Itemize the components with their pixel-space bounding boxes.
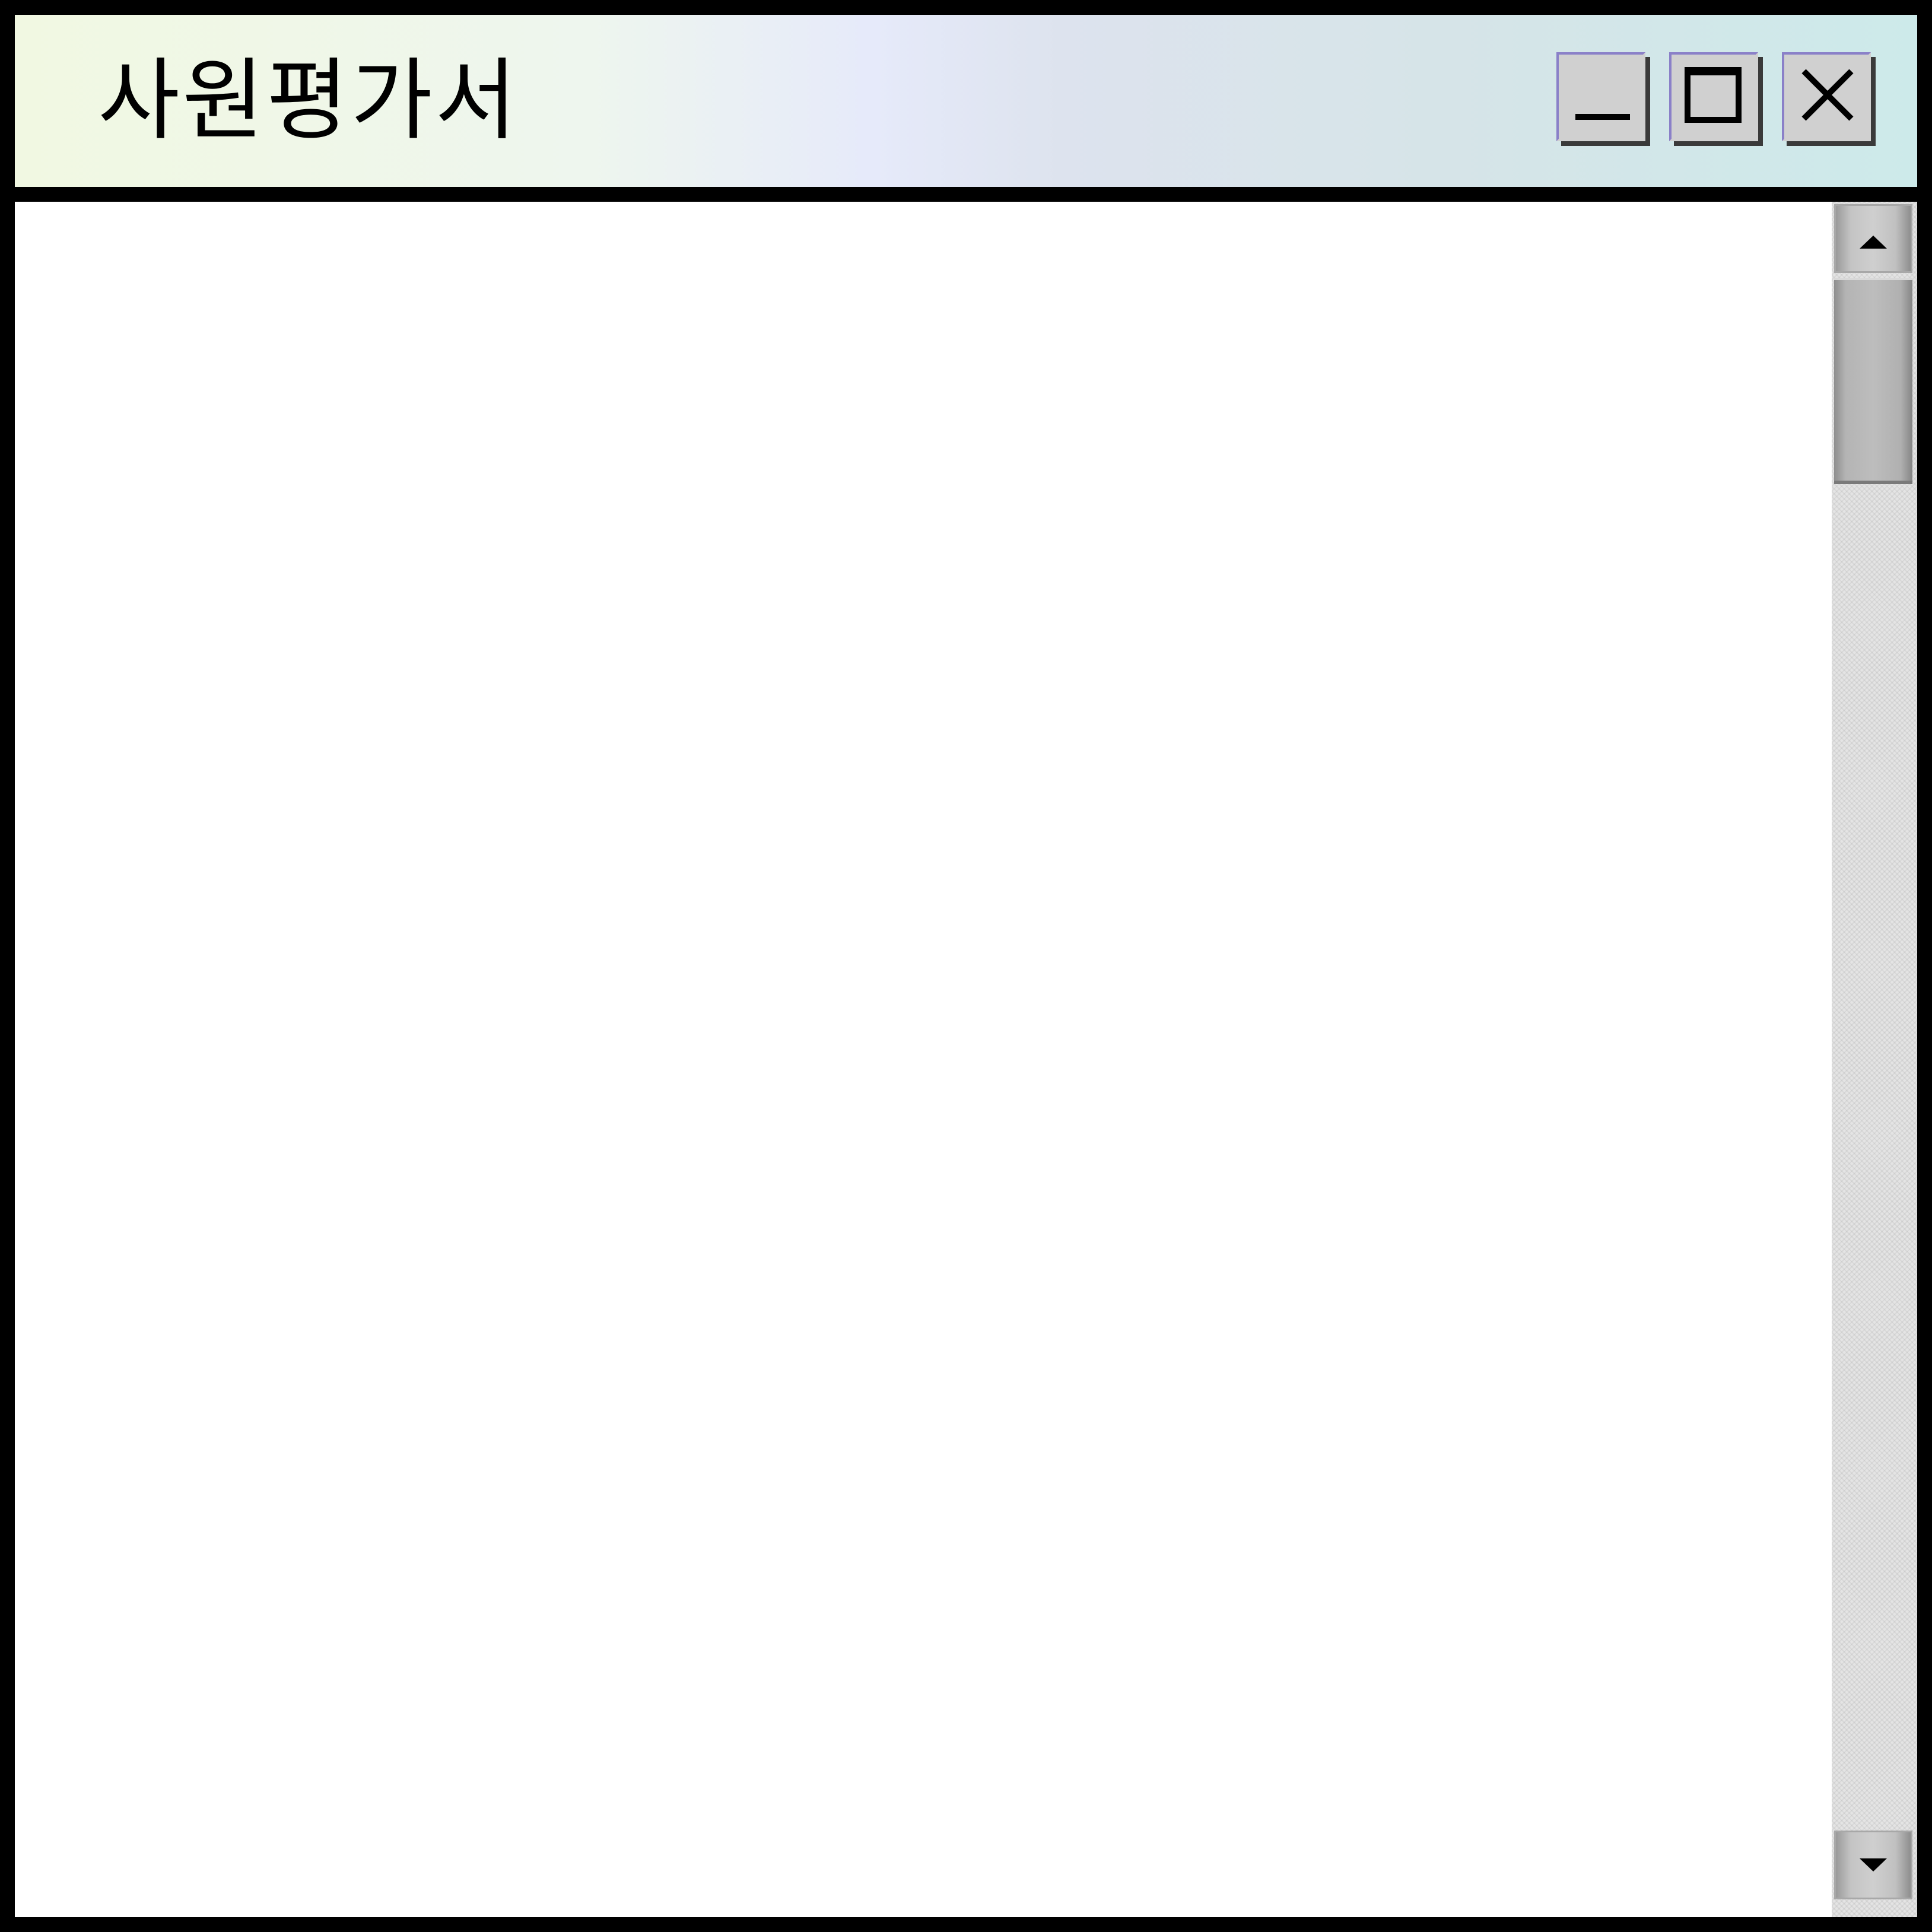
window-title: 사원평가서 [98, 49, 520, 152]
arrow-down-icon [1860, 1858, 1887, 1871]
maximize-button[interactable] [1669, 52, 1758, 141]
minimize-icon [1575, 114, 1630, 120]
vertical-scrollbar[interactable] [1832, 202, 1917, 1917]
arrow-up-icon [1860, 236, 1887, 249]
app-window: 사원평가서 [0, 0, 1932, 1932]
scroll-down-button[interactable] [1834, 1831, 1912, 1899]
scrollbar-thumb[interactable] [1834, 278, 1912, 484]
close-button[interactable] [1782, 52, 1871, 141]
maximize-icon [1685, 67, 1742, 123]
minimize-button[interactable] [1556, 52, 1645, 141]
content-area[interactable] [15, 202, 1832, 1917]
title-bar[interactable]: 사원평가서 [15, 15, 1917, 187]
close-icon [1801, 69, 1854, 121]
scroll-up-button[interactable] [1834, 204, 1912, 273]
